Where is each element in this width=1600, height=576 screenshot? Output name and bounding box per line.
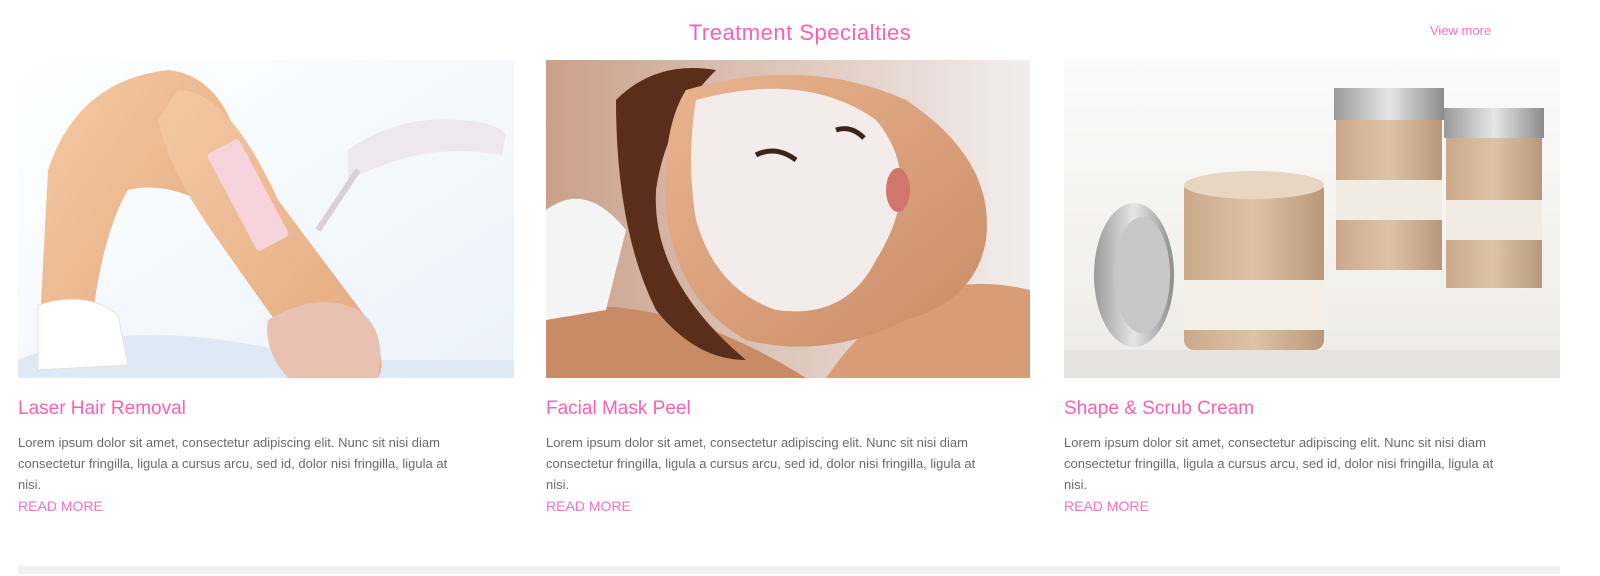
specialty-card-facial-mask-peel[interactable]: Facial Mask Peel Lorem ipsum dolor sit a… bbox=[546, 60, 1030, 516]
card-title[interactable]: Laser Hair Removal bbox=[18, 398, 514, 422]
card-description: Lorem ipsum dolor sit amet, consectetur … bbox=[18, 435, 448, 492]
cream-jars-image[interactable] bbox=[1064, 60, 1560, 378]
read-more-link[interactable]: READ MORE bbox=[1064, 498, 1149, 514]
card-description: Lorem ipsum dolor sit amet, consectetur … bbox=[546, 435, 976, 492]
card-description: Lorem ipsum dolor sit amet, consectetur … bbox=[1064, 435, 1494, 492]
waxing-leg-image[interactable] bbox=[18, 60, 514, 378]
read-more-link[interactable]: READ MORE bbox=[18, 498, 103, 514]
card-title[interactable]: Facial Mask Peel bbox=[546, 398, 1030, 422]
specialty-card-shape-scrub-cream[interactable]: Shape & Scrub Cream Lorem ipsum dolor si… bbox=[1064, 60, 1560, 516]
waxing-leg-illustration bbox=[18, 60, 514, 378]
facial-mask-image[interactable] bbox=[546, 60, 1030, 378]
specialty-card-laser-hair-removal[interactable]: Laser Hair Removal Lorem ipsum dolor sit… bbox=[18, 60, 514, 516]
card-title[interactable]: Shape & Scrub Cream bbox=[1064, 398, 1560, 422]
read-more-link[interactable]: READ MORE bbox=[546, 498, 631, 514]
section-divider bbox=[18, 566, 1560, 574]
specialty-cards: Laser Hair Removal Lorem ipsum dolor sit… bbox=[0, 0, 1600, 576]
facial-mask-illustration bbox=[546, 60, 1030, 378]
cream-jars-illustration bbox=[1064, 60, 1560, 378]
